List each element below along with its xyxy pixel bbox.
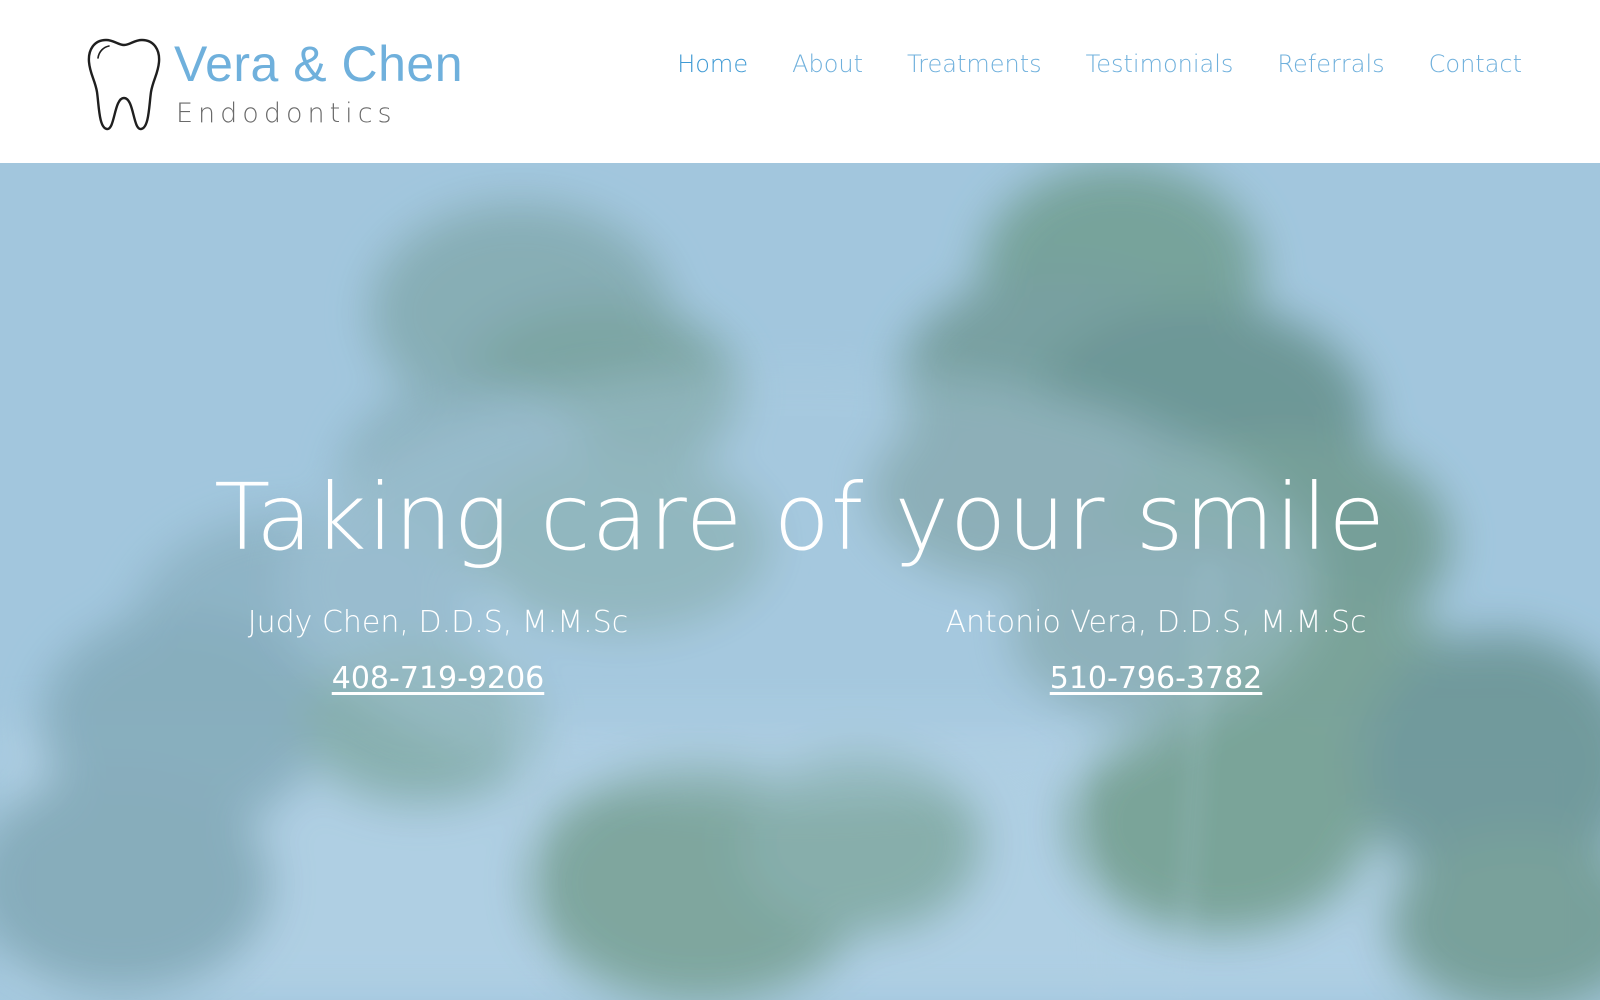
doctor-name: Antonio Vera, D.D.S, M.M.Sc bbox=[945, 605, 1367, 640]
doctor-name: Judy Chen, D.D.S, M.M.Sc bbox=[247, 605, 629, 640]
nav-testimonials[interactable]: Testimonials bbox=[1086, 44, 1234, 84]
nav-about[interactable]: About bbox=[792, 44, 863, 84]
hero-overlay bbox=[0, 163, 1600, 1000]
doctor-card-vera: Antonio Vera, D.D.S, M.M.Sc 510-796-3782 bbox=[876, 603, 1436, 699]
nav-treatments[interactable]: Treatments bbox=[907, 44, 1042, 84]
nav-referrals[interactable]: Referrals bbox=[1277, 44, 1384, 84]
hero-title: Taking care of your smile bbox=[214, 464, 1386, 571]
hero-section: Taking care of your smile Judy Chen, D.D… bbox=[0, 163, 1600, 1000]
doctor-phone-link[interactable]: 408-719-9206 bbox=[332, 659, 545, 699]
tooth-icon bbox=[87, 38, 161, 131]
doctor-phone-link[interactable]: 510-796-3782 bbox=[1050, 659, 1263, 699]
nav-home[interactable]: Home bbox=[677, 44, 748, 84]
brand-subtitle: Endodontics bbox=[176, 98, 397, 129]
logo[interactable]: Vera & Chen Endodontics bbox=[86, 34, 506, 134]
nav-contact[interactable]: Contact bbox=[1429, 44, 1522, 84]
page: Vera & Chen Endodontics Home About Treat… bbox=[0, 0, 1600, 1000]
site-header: Vera & Chen Endodontics Home About Treat… bbox=[0, 0, 1600, 163]
brand-name: Vera & Chen bbox=[174, 36, 464, 92]
doctor-card-chen: Judy Chen, D.D.S, M.M.Sc 408-719-9206 bbox=[158, 603, 718, 699]
main-nav: Home About Treatments Testimonials Refer… bbox=[633, 44, 1522, 84]
